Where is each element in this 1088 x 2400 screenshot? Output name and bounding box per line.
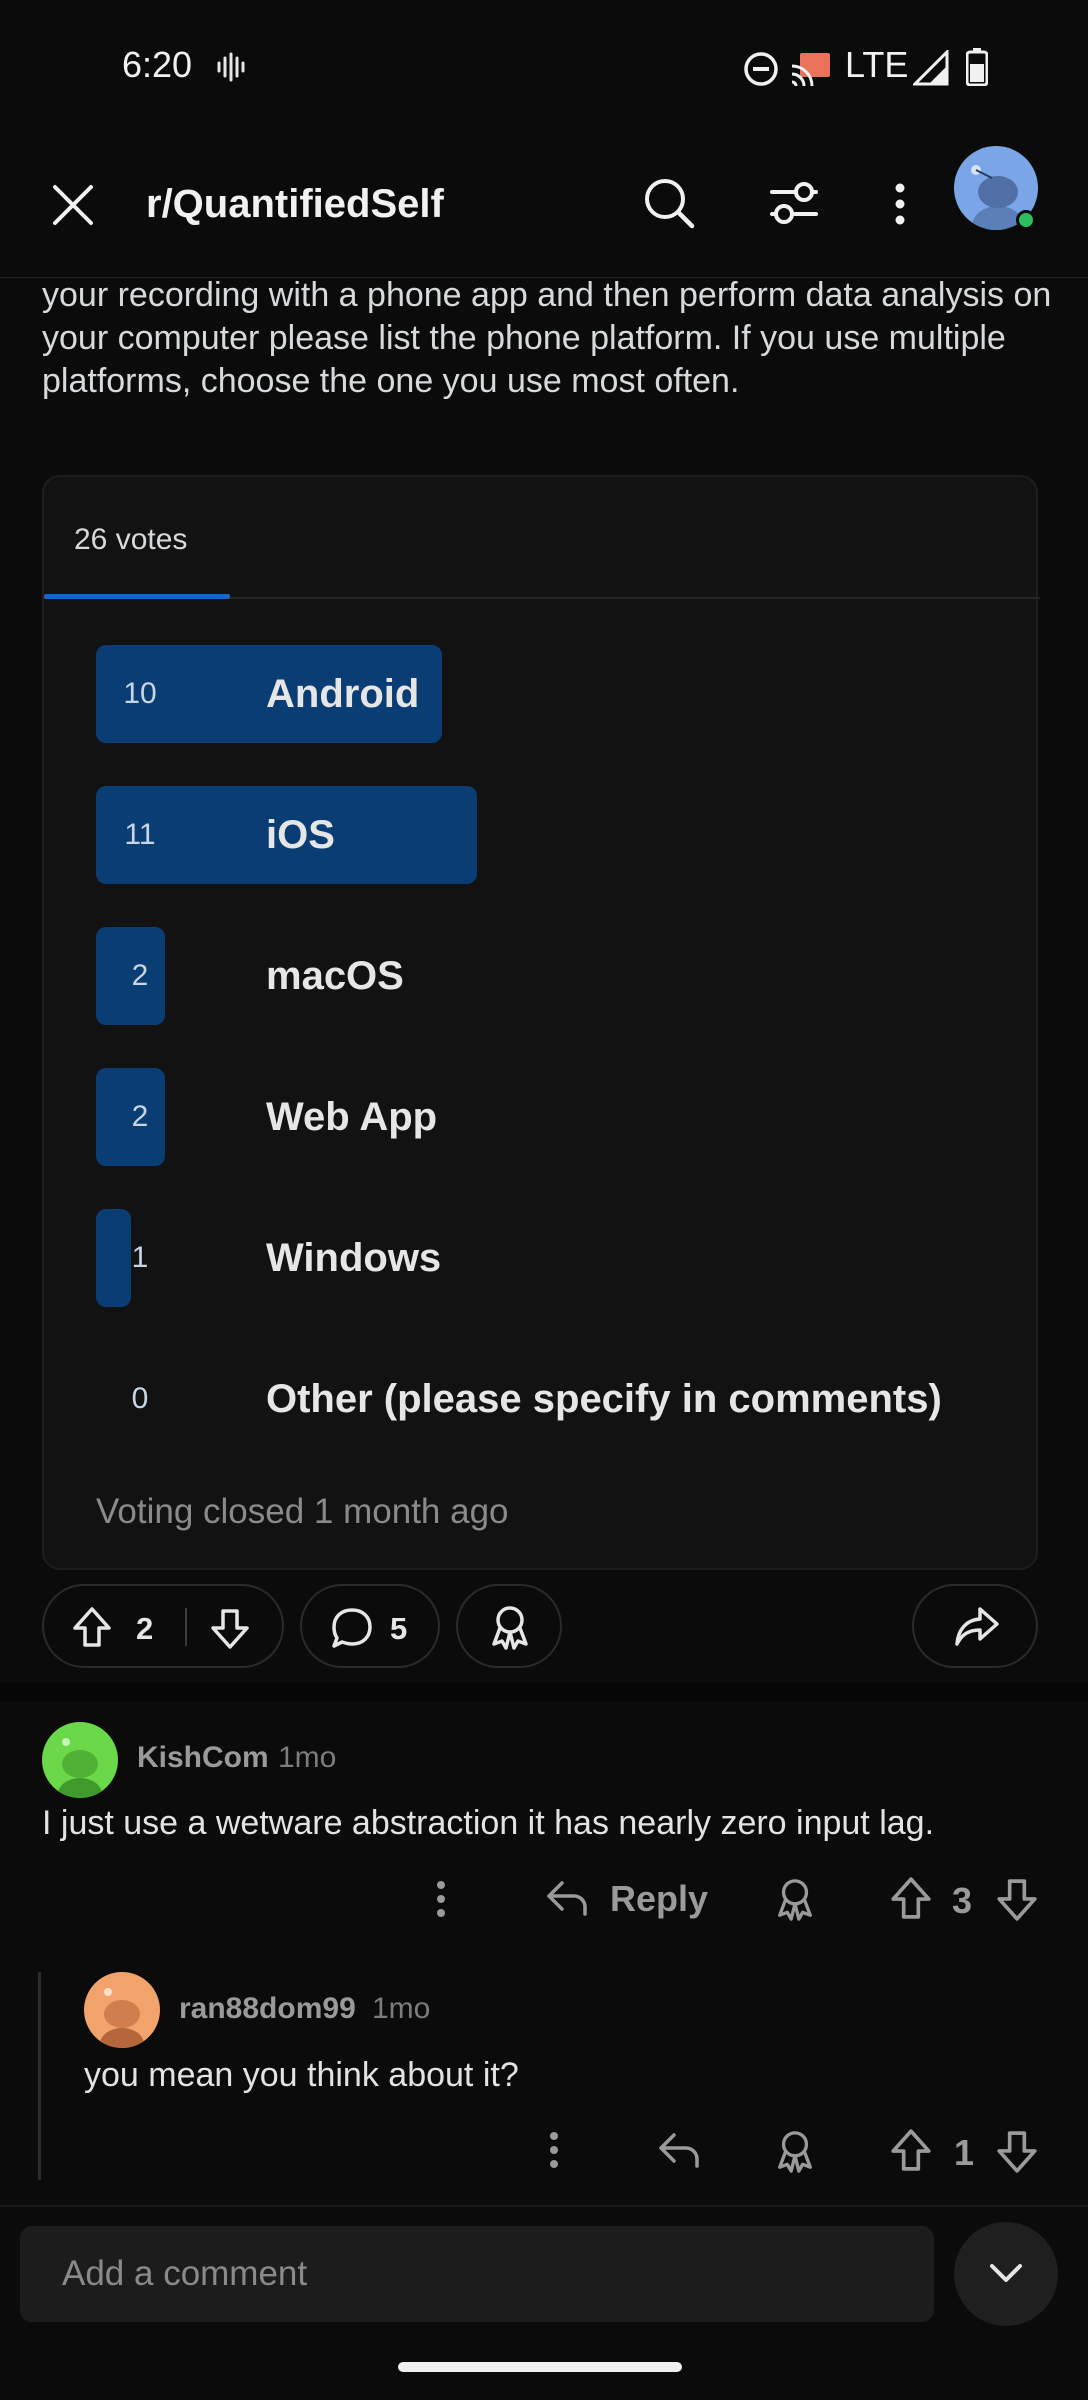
comment-username[interactable]: ran88dom99: [179, 1992, 356, 2026]
status-bar: 6:20 LTE: [0, 0, 1088, 130]
thread-line[interactable]: [38, 1972, 41, 2180]
reply-button[interactable]: Reply: [546, 1874, 709, 1924]
poll-option-label: Web App: [266, 1095, 438, 1139]
comment-score: 3: [952, 1880, 973, 1921]
comment-more-icon[interactable]: [545, 2131, 563, 2169]
poll-status: Voting closed 1 month ago: [96, 1492, 509, 1531]
comment-body: I just use a wetware abstraction it has …: [42, 1804, 935, 1842]
section-separator: [0, 1683, 1088, 1701]
search-icon[interactable]: [642, 176, 696, 230]
post-body: your recording with a phone app and then…: [42, 276, 1052, 400]
comment-downvote-icon[interactable]: [996, 1878, 1038, 1922]
chevron-down-icon: [990, 2264, 1022, 2282]
close-icon[interactable]: [50, 182, 96, 228]
online-indicator: [1016, 210, 1036, 230]
comment-username[interactable]: KishCom: [137, 1741, 269, 1775]
battery-icon: [966, 48, 988, 86]
comment-upvote-icon[interactable]: [890, 2128, 932, 2172]
share-button[interactable]: [912, 1584, 1038, 1668]
comments-button[interactable]: 5: [300, 1584, 440, 1668]
comment-avatar[interactable]: [84, 1972, 160, 2048]
reply-icon: [547, 1881, 587, 1916]
snoo-avatar-icon: [100, 1988, 144, 2048]
poll-vote-count: 26 votes: [74, 523, 188, 556]
home-indicator[interactable]: [398, 2362, 682, 2372]
app-header: r/QuantifiedSelf: [0, 130, 1088, 278]
comment-count: 5: [390, 1611, 408, 1646]
jump-to-next-button[interactable]: [954, 2222, 1058, 2326]
comment-avatar[interactable]: [42, 1722, 118, 1798]
status-time: 6:20: [122, 44, 193, 85]
post-score: 2: [136, 1611, 154, 1646]
sort-filter-icon[interactable]: [768, 180, 820, 226]
poll-option-label: Other (please specify in comments): [266, 1377, 942, 1421]
share-icon: [955, 1607, 999, 1646]
downvote-icon[interactable]: [210, 1608, 250, 1650]
comment-timestamp: 1mo: [372, 1992, 431, 2025]
signal-icon: [913, 50, 949, 86]
poll-option-count: 11: [124, 818, 156, 851]
award-icon: [492, 1606, 528, 1650]
poll-option: 2 Web App: [96, 1068, 996, 1166]
poll-option: 1 Windows: [96, 1209, 996, 1307]
award-button[interactable]: [456, 1584, 562, 1668]
poll-option-label: macOS: [266, 954, 404, 998]
comment-more-icon[interactable]: [432, 1880, 450, 1918]
poll-option: 11 iOS: [96, 786, 996, 884]
subreddit-title[interactable]: r/QuantifiedSelf: [146, 182, 444, 227]
poll-tab-indicator: [44, 594, 230, 599]
comment-score: 1: [954, 2132, 975, 2173]
vote-pill: 2: [42, 1584, 284, 1668]
poll-option-count: 10: [123, 677, 157, 710]
comment-award-icon[interactable]: [774, 1876, 816, 1922]
poll-option-count: 0: [131, 1382, 149, 1415]
comment-body: you mean you think about it?: [84, 2056, 519, 2094]
reply-icon[interactable]: [658, 2130, 700, 2170]
comment-award-icon[interactable]: [774, 2128, 816, 2174]
poll-option-count: 2: [131, 959, 149, 992]
poll-option-label: Windows: [266, 1236, 442, 1280]
poll-option: 10 Android: [96, 645, 996, 743]
poll-option-count: 1: [131, 1241, 149, 1274]
poll-option: 0 Other (please specify in comments): [96, 1350, 996, 1448]
reply-label: Reply: [610, 1878, 709, 1919]
upvote-icon[interactable]: [72, 1606, 112, 1648]
poll-option-label: Android: [266, 672, 420, 716]
vote-divider: [185, 1608, 187, 1646]
network-type: LTE: [845, 44, 909, 85]
poll-option-count: 2: [131, 1100, 149, 1133]
snoo-avatar-icon: [58, 1738, 102, 1798]
comment-upvote-icon[interactable]: [890, 1876, 932, 1920]
poll-card: 26 votes 10 Android 11 iOS 2 macOS 2 Web…: [42, 475, 1040, 1570]
do-not-disturb-icon: [744, 52, 778, 86]
add-comment-input[interactable]: [20, 2226, 934, 2322]
comment-bubble-icon: [332, 1608, 372, 1648]
vibrate-icon: [217, 52, 245, 82]
poll-option-label: iOS: [266, 813, 335, 857]
comment-timestamp: 1mo: [278, 1741, 337, 1774]
more-options-icon[interactable]: [890, 182, 910, 226]
poll-option: 2 macOS: [96, 927, 996, 1025]
cast-icon: [791, 53, 830, 86]
comment-downvote-icon[interactable]: [996, 2130, 1038, 2174]
